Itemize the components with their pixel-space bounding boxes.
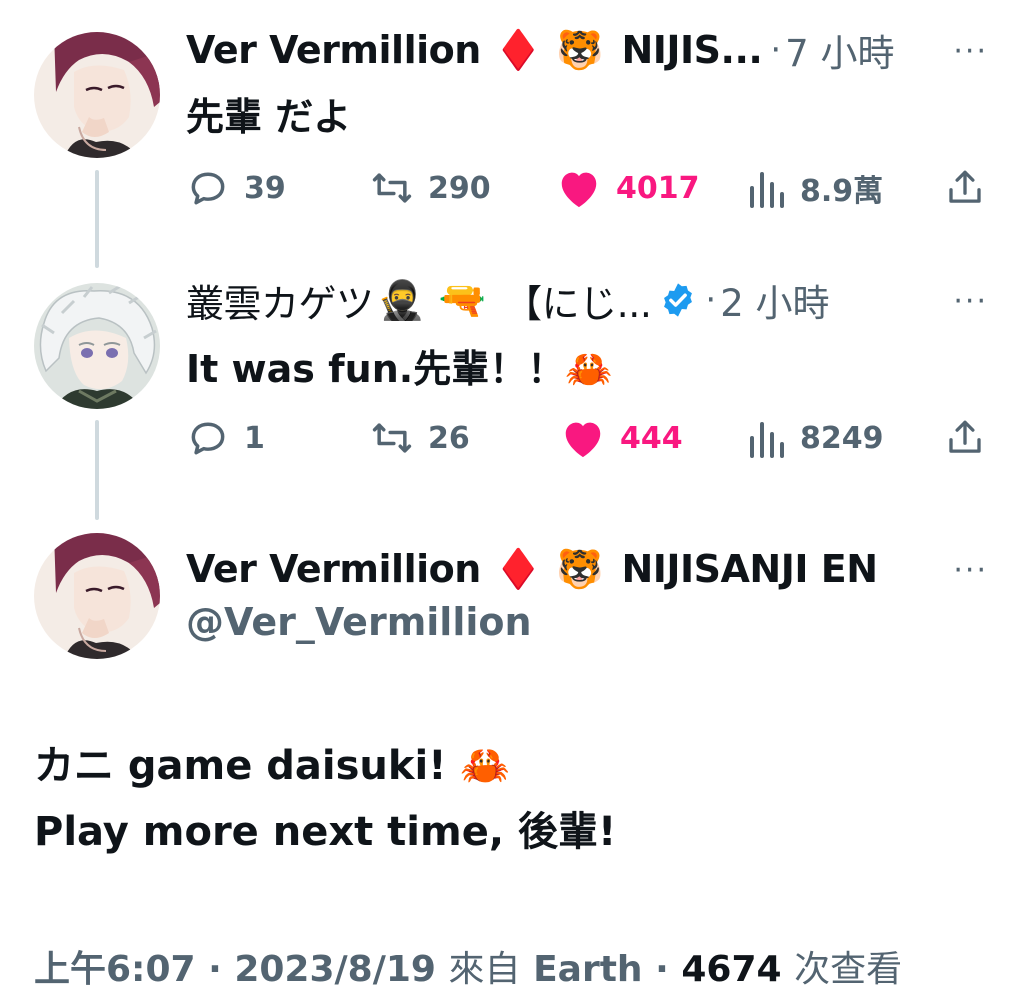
tiger-emoji-icon: 🐯 — [556, 28, 604, 72]
separator-dot: · — [770, 30, 782, 70]
tweet-header: Ver Vermillion ♦️ 🐯 NIJIS... · 7 小時 — [186, 22, 894, 78]
separator-dot: · — [705, 280, 717, 320]
more-options-icon[interactable]: ··· — [953, 553, 988, 588]
tweet-text: 先輩 だよ — [186, 95, 352, 139]
main-tweet-header: Ver Vermillion ♦️ 🐯 NIJISANJI EN — [186, 541, 878, 597]
water-pistol-emoji-icon: 🔫 — [438, 278, 487, 322]
source-prefix: 來自 — [448, 949, 521, 990]
main-tweet-line-1: カニ game daisuki! 🦀 — [34, 743, 511, 789]
author-handle[interactable]: @Ver_Vermillion — [186, 600, 532, 644]
more-options-icon[interactable]: ··· — [953, 284, 988, 319]
like-count: 444 — [620, 420, 683, 456]
tweet-actions: 39 290 4017 8.9萬 — [186, 160, 986, 216]
retweet-count: 290 — [428, 170, 491, 206]
views-button[interactable]: 8.9萬 — [746, 160, 883, 216]
reply-icon — [191, 172, 225, 205]
source-label: Earth — [533, 949, 643, 990]
tweet-meta: 上午6:07 · 2023/8/19 來自 Earth · 4674 次查看 — [34, 940, 902, 992]
views-count: 8249 — [800, 420, 884, 456]
share-icon — [949, 420, 981, 453]
main-tweet-line-2: Play more next time, 後輩! — [34, 809, 617, 855]
retweet-icon — [372, 173, 412, 203]
retweet-icon — [372, 423, 412, 453]
author-affiliation[interactable]: NIJIS... — [621, 28, 762, 72]
heart-filled-icon — [565, 422, 601, 458]
more-options-icon[interactable]: ··· — [953, 34, 988, 69]
tweet-header: 叢雲カゲツ 🥷 🔫 【にじ... · 2 小時 — [186, 272, 830, 328]
author-affiliation[interactable]: NIJISANJI EN — [621, 547, 878, 591]
retweet-count: 26 — [428, 420, 470, 456]
diamond-emoji-icon: ♦️ — [494, 547, 543, 591]
author-name[interactable]: Ver Vermillion — [186, 28, 481, 72]
share-button[interactable] — [944, 160, 986, 216]
views-count: 8.9萬 — [800, 174, 884, 209]
like-button[interactable]: 4017 — [556, 160, 700, 216]
author-affiliation[interactable]: 【にじ... — [504, 273, 652, 328]
views-icon — [750, 422, 784, 458]
heart-filled-icon — [561, 172, 597, 208]
author-name[interactable]: 叢雲カゲツ — [186, 273, 374, 328]
tiger-emoji-icon: 🐯 — [556, 547, 604, 591]
views-icon — [750, 172, 784, 208]
retweet-button[interactable]: 26 — [370, 410, 470, 466]
thread-line — [95, 420, 99, 520]
reply-icon — [191, 422, 225, 455]
like-button[interactable]: 444 — [560, 410, 683, 466]
verified-badge-icon — [664, 283, 693, 317]
tweet-date[interactable]: 2023/8/19 — [234, 949, 436, 990]
reply-count: 1 — [244, 420, 265, 456]
share-button[interactable] — [944, 410, 986, 466]
separator-dot: · — [208, 949, 222, 990]
share-icon — [949, 170, 981, 203]
reply-count: 39 — [244, 170, 286, 206]
tweet-actions: 1 26 444 8249 — [186, 410, 986, 466]
view-count[interactable]: 4674 — [681, 949, 781, 990]
view-count-label: 次查看 — [794, 949, 903, 990]
avatar[interactable] — [34, 533, 160, 659]
author-name[interactable]: Ver Vermillion — [186, 547, 481, 591]
tweet-time[interactable]: 上午6:07 — [34, 949, 196, 990]
thread-line — [95, 170, 99, 268]
separator-dot: · — [655, 949, 669, 990]
tweet-time[interactable]: 2 小時 — [720, 273, 829, 327]
reply-button[interactable]: 1 — [186, 410, 265, 466]
views-button[interactable]: 8249 — [746, 410, 884, 466]
tweet-time[interactable]: 7 小時 — [785, 23, 894, 77]
diamond-emoji-icon: ♦️ — [494, 28, 543, 72]
avatar[interactable] — [34, 32, 160, 158]
reply-button[interactable]: 39 — [186, 160, 286, 216]
like-count: 4017 — [616, 170, 700, 206]
tweet-text: It was fun.先輩！！🦀 — [186, 347, 613, 391]
avatar[interactable] — [34, 283, 160, 409]
retweet-button[interactable]: 290 — [370, 160, 491, 216]
ninja-emoji-icon: 🥷 — [377, 278, 425, 322]
